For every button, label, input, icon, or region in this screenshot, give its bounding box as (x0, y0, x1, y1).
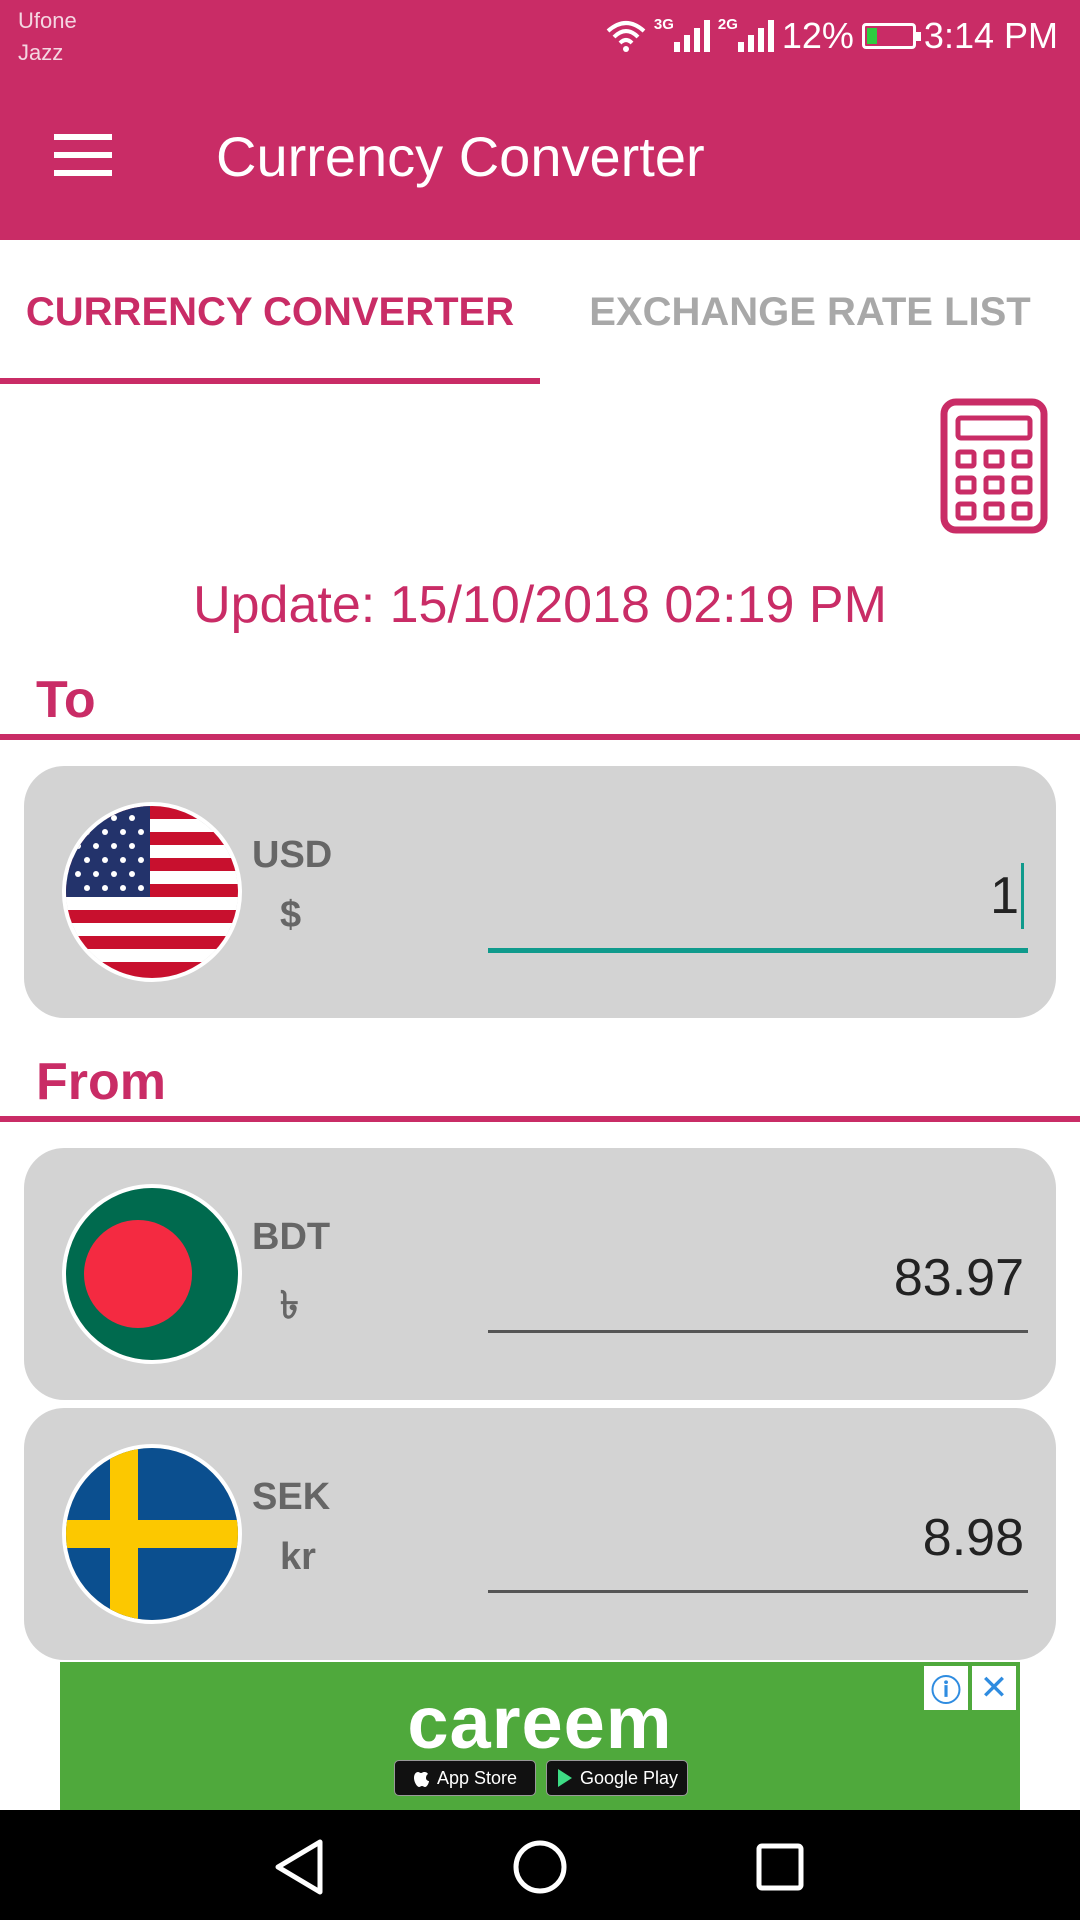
sek-amount-value: 8.98 (922, 1509, 1024, 1567)
recents-icon[interactable] (745, 1832, 815, 1902)
google-play-label: Google Play (579, 1767, 679, 1788)
bdt-amount-underline (488, 1330, 1028, 1333)
to-amount-value: 1 (990, 867, 1019, 925)
app-title: Currency Converter (216, 125, 705, 188)
status-bar: Ufone Jazz 3G 2G 12% 3:14 PM (0, 0, 1080, 78)
carrier-2: Jazz (18, 40, 64, 65)
bdt-amount-value: 83.97 (893, 1249, 1024, 1307)
from-currency-card-bdt: BDT ৳ 83.97 (24, 1148, 1056, 1400)
from-section-divider (0, 1116, 1080, 1122)
to-currency-code: USD (252, 834, 333, 876)
network-1-label: 3G (653, 16, 674, 33)
battery-icon (861, 23, 921, 49)
navigation-bar (0, 1810, 1080, 1920)
wifi-icon (606, 21, 646, 52)
to-currency-card: USD $ 1 (24, 766, 1056, 1018)
close-icon[interactable]: ✕ (972, 1666, 1016, 1710)
tab-currency-converter[interactable]: CURRENCY CONVERTER (0, 240, 540, 385)
signal-1-icon: 3G (654, 16, 710, 52)
home-icon[interactable] (505, 1832, 575, 1902)
sek-currency-code: SEK (252, 1476, 331, 1518)
to-amount-underline (488, 948, 1028, 953)
app-store-label: App Store (436, 1767, 518, 1788)
app-store-badge[interactable]: App Store (394, 1760, 536, 1796)
info-icon[interactable]: ⓘ (924, 1666, 968, 1710)
google-play-badge[interactable]: Google Play (546, 1760, 688, 1796)
tab-indicator (0, 378, 540, 384)
bdt-currency-code: BDT (252, 1216, 331, 1258)
status-time: 3:14 PM (923, 15, 1058, 56)
battery-percent: 12% (781, 15, 854, 56)
status-indicators: 3G 2G 12% 3:14 PM (606, 12, 1058, 60)
apple-icon (413, 1772, 429, 1787)
sweden-flag-icon[interactable] (62, 1444, 242, 1624)
from-currency-card-sek: SEK kr 8.98 (24, 1408, 1056, 1660)
sek-currency-symbol: kr (280, 1536, 316, 1578)
ad-store-badges: App Store Google Play (394, 1760, 688, 1796)
tab-bar: CURRENCY CONVERTER EXCHANGE RATE LIST (0, 240, 1080, 385)
carrier-1: Ufone (18, 8, 77, 33)
to-currency-symbol: $ (280, 894, 302, 936)
to-section-label: To (36, 671, 96, 729)
bangladesh-flag-icon[interactable] (62, 1184, 242, 1364)
sek-amount-underline (488, 1590, 1028, 1593)
update-timestamp: Update: 15/10/2018 02:19 PM (193, 576, 887, 634)
text-cursor (1021, 863, 1024, 929)
tab-exchange-rate-list[interactable]: EXCHANGE RATE LIST (540, 240, 1080, 385)
hamburger-menu-icon[interactable] (54, 134, 112, 176)
to-section-divider (0, 734, 1080, 740)
bdt-currency-symbol: ৳ (280, 1285, 299, 1327)
network-2-label: 2G (717, 16, 738, 33)
ad-banner[interactable]: careem App Store Google Play ⓘ ✕ (60, 1662, 1020, 1810)
ad-brand-logo: careem (407, 1681, 673, 1764)
signal-2-icon: 2G (718, 16, 774, 52)
sek-amount-field[interactable]: 8.98 (488, 1488, 1028, 1588)
from-section-label: From (36, 1053, 166, 1111)
back-icon[interactable] (264, 1832, 334, 1902)
us-flag-icon[interactable] (62, 802, 242, 982)
app-bar: Currency Converter (0, 78, 1080, 240)
bdt-amount-field[interactable]: 83.97 (488, 1228, 1028, 1328)
to-amount-input[interactable]: 1 (488, 846, 1028, 946)
play-store-icon (557, 1769, 572, 1787)
calculator-icon[interactable] (940, 398, 1048, 534)
